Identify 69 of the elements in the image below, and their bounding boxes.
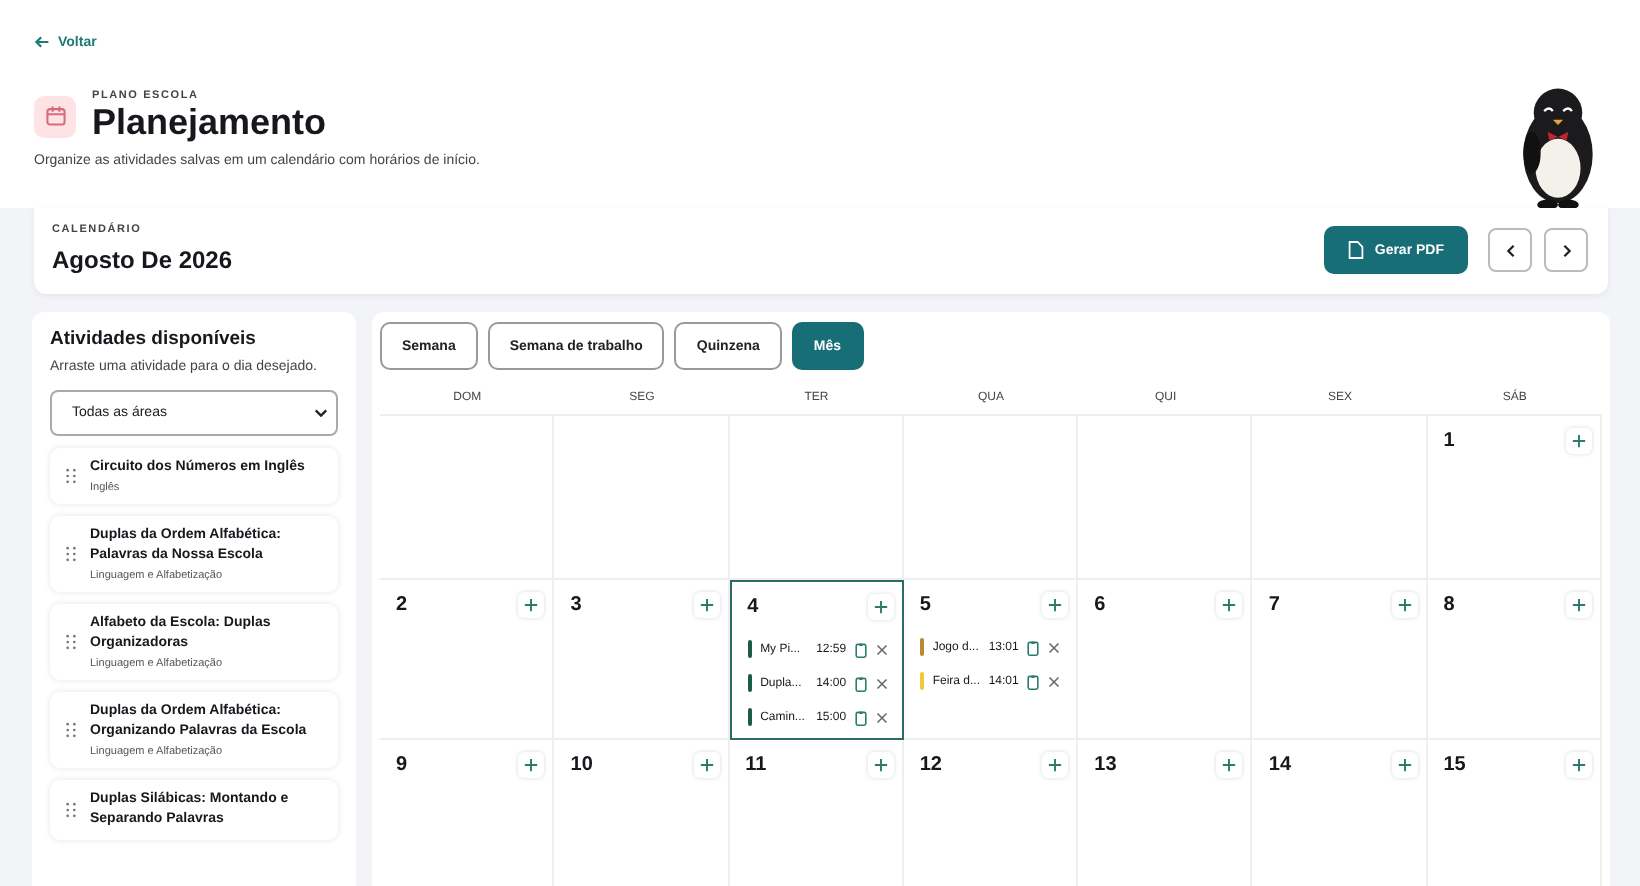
plus-icon: [699, 758, 714, 772]
day-number: 12: [919, 754, 942, 776]
page-title: Planejamento: [92, 102, 327, 142]
add-activity-button[interactable]: [693, 752, 720, 778]
back-arrow-icon: [34, 34, 50, 50]
add-activity-button[interactable]: [1042, 592, 1069, 618]
plus-icon: [524, 598, 539, 612]
close-icon[interactable]: [1048, 641, 1061, 653]
plus-icon: [1222, 598, 1237, 612]
close-icon[interactable]: [876, 643, 889, 655]
day-number: 6: [1094, 594, 1106, 616]
day-number: 2: [396, 594, 408, 616]
close-icon[interactable]: [1048, 675, 1061, 687]
day-number: 11: [745, 754, 767, 776]
add-activity-button[interactable]: [1391, 592, 1418, 618]
chevron-left-icon: [1503, 243, 1517, 257]
plus-icon: [1397, 758, 1412, 772]
plus-icon: [699, 598, 714, 612]
add-activity-button[interactable]: [1565, 428, 1592, 454]
drag-handle-icon: [66, 546, 76, 562]
day-number: 9: [396, 754, 408, 776]
calendar-icon: [34, 95, 76, 137]
add-activity-button[interactable]: [693, 592, 720, 618]
drag-handle-icon: [66, 468, 76, 484]
plus-icon: [1571, 434, 1586, 448]
plus-icon: [1571, 758, 1586, 772]
plus-icon: [873, 758, 888, 772]
day-number: 3: [570, 594, 582, 616]
add-activity-button[interactable]: [518, 592, 545, 618]
plus-icon: [1048, 598, 1063, 612]
plus-icon: [1222, 758, 1237, 772]
day-number: 7: [1268, 594, 1280, 616]
add-activity-button[interactable]: [1216, 752, 1243, 778]
drag-handle-icon: [66, 802, 76, 818]
day-number: 4: [747, 596, 759, 618]
add-activity-button[interactable]: [867, 594, 894, 620]
day-number: 13: [1094, 754, 1117, 776]
add-activity-button[interactable]: [518, 752, 545, 778]
close-icon[interactable]: [876, 711, 889, 723]
day-number: 5: [919, 594, 931, 616]
add-activity-button[interactable]: [1391, 752, 1418, 778]
drag-handle-icon: [66, 722, 76, 738]
chevron-right-icon: [1559, 243, 1573, 257]
day-number: 14: [1268, 754, 1292, 776]
plus-icon: [524, 758, 539, 772]
plus-icon: [1048, 758, 1063, 772]
plus-icon: [873, 600, 888, 614]
add-activity-button[interactable]: [867, 752, 894, 778]
clipboard-icon[interactable]: [1026, 639, 1041, 655]
clipboard-icon[interactable]: [854, 675, 869, 691]
month-title: Agosto De 2026: [52, 246, 233, 274]
day-number: 1: [1443, 430, 1455, 452]
add-activity-button[interactable]: [1216, 592, 1243, 618]
document-icon: [1348, 240, 1365, 260]
plus-icon: [1397, 598, 1412, 612]
chevron-down-icon: [314, 406, 328, 420]
day-number: 15: [1443, 754, 1466, 776]
day-number: 8: [1443, 594, 1455, 616]
drag-handle-icon: [66, 634, 76, 650]
clipboard-icon[interactable]: [854, 709, 869, 725]
clipboard-icon[interactable]: [1026, 673, 1041, 689]
panel-title: Atividades disponíveis: [50, 328, 258, 350]
add-activity-button[interactable]: [1565, 592, 1592, 618]
add-activity-button[interactable]: [1042, 752, 1069, 778]
clipboard-icon[interactable]: [854, 641, 869, 657]
day-number: 10: [570, 754, 593, 776]
plus-icon: [1571, 598, 1586, 612]
close-icon[interactable]: [876, 677, 889, 689]
add-activity-button[interactable]: [1565, 752, 1592, 778]
